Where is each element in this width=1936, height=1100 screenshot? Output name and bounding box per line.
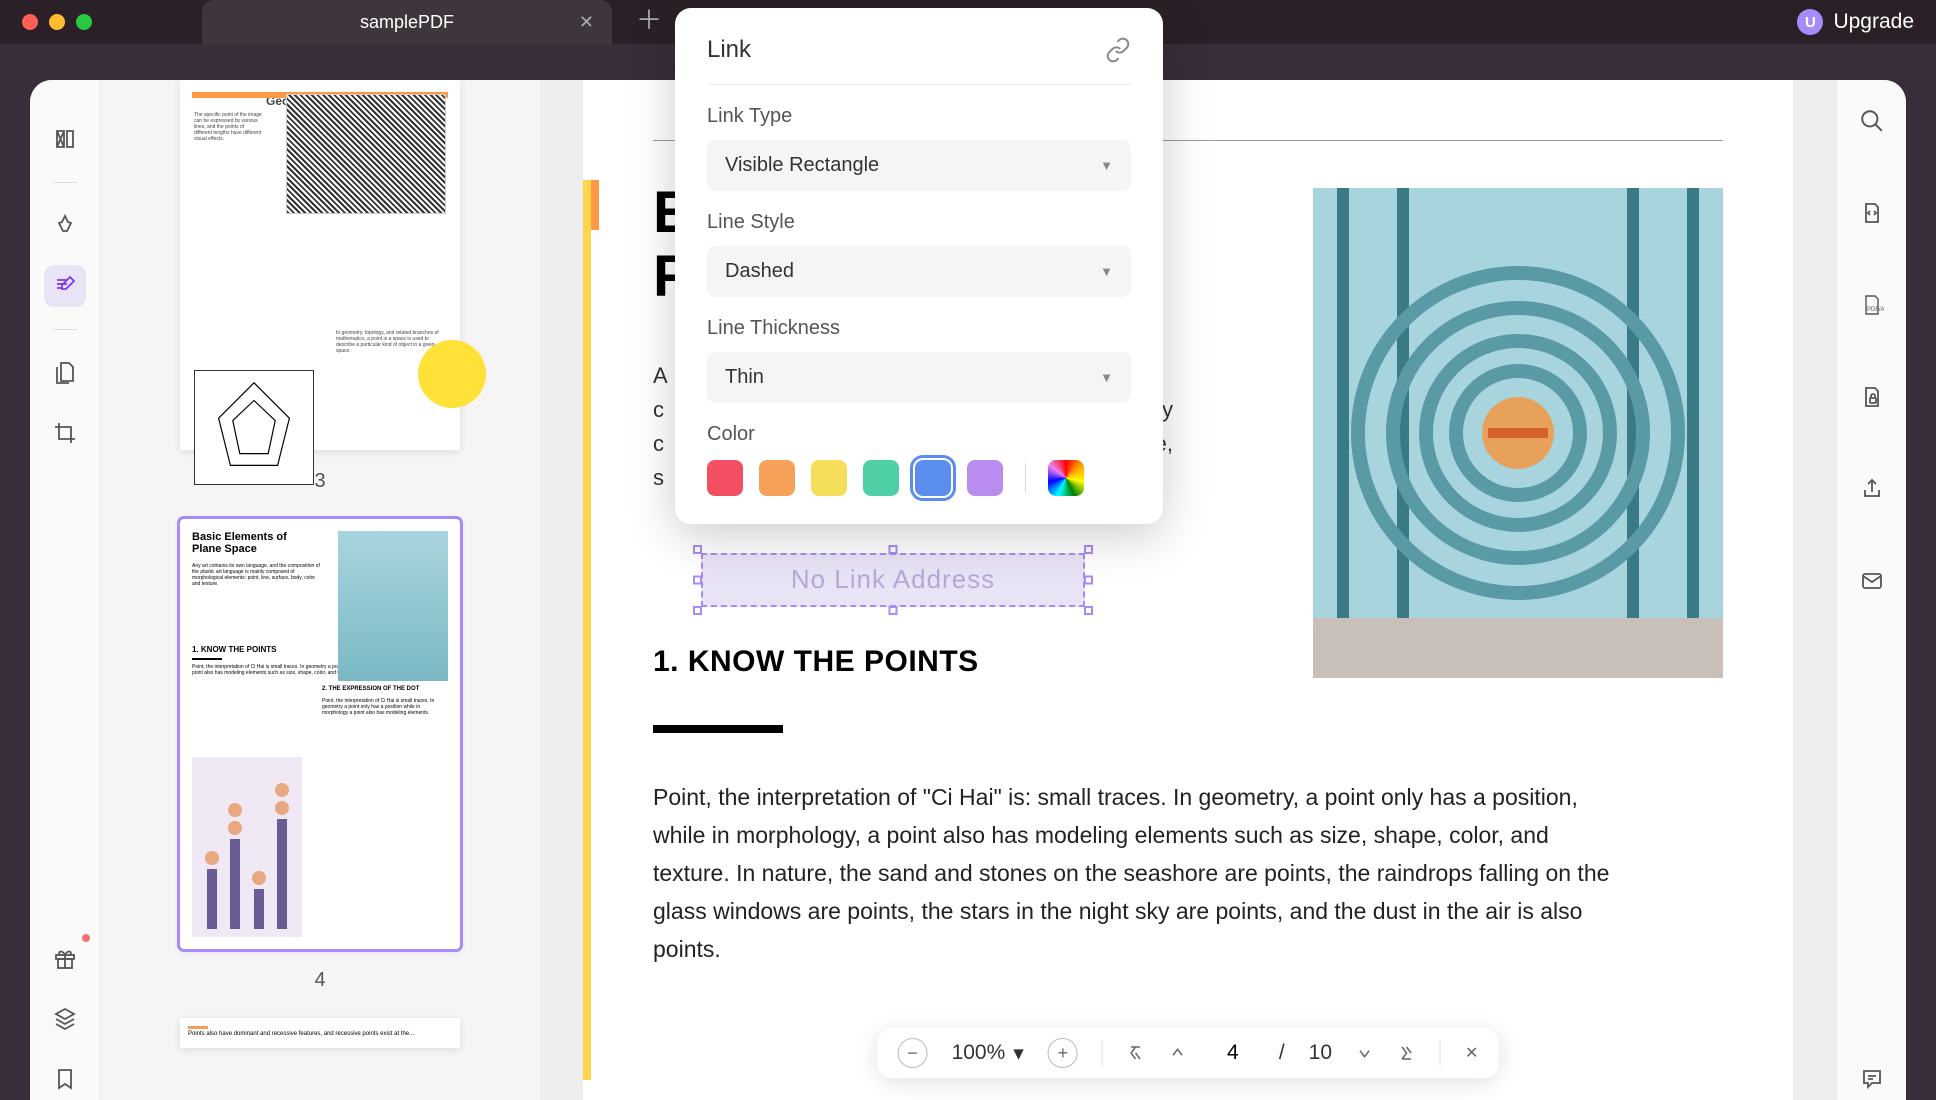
crop-tool[interactable] [44,412,86,454]
pdfa-button[interactable]: PDF/A [1851,284,1893,326]
link-annotation-box[interactable]: No Link Address [701,553,1085,607]
email-button[interactable] [1851,560,1893,602]
color-blue[interactable] [915,460,951,496]
link-annotation[interactable]: No Link Address [693,545,1093,615]
right-toolbar: PDF/A [1836,80,1906,1100]
gift-tool[interactable] [44,938,86,980]
add-tab-button[interactable]: ＋ [636,0,662,45]
line-thickness-select[interactable]: Thin ▼ [707,352,1131,403]
highlight-tool[interactable] [44,205,86,247]
accent-bar-2 [591,180,599,230]
rule [653,725,783,733]
next-page-button[interactable] [1356,1044,1374,1062]
link-type-select[interactable]: Visible Rectangle ▼ [707,140,1131,191]
first-page-button[interactable] [1127,1044,1145,1062]
chevron-down-icon: ▼ [1100,370,1113,385]
color-custom[interactable] [1048,460,1084,496]
link-icon [1105,37,1131,63]
thumbnail-label-3: 3 [314,470,325,493]
resize-handle-ml[interactable] [693,575,702,584]
resize-handle-bl[interactable] [693,606,702,615]
thumbnail-page-3[interactable]: Geometric Philosophy The specific point … [180,80,460,450]
current-page-input[interactable] [1211,1041,1255,1065]
color-orange[interactable] [759,460,795,496]
divider [53,329,77,330]
resize-handle-tm[interactable] [889,545,898,554]
color-green[interactable] [863,460,899,496]
resize-handle-bm[interactable] [889,606,898,615]
thumbnail-panel: Geometric Philosophy The specific point … [100,80,540,1100]
divider [1102,1040,1103,1066]
color-red[interactable] [707,460,743,496]
thumbnails-tool[interactable] [44,118,86,160]
color-label: Color [707,423,1131,446]
layers-tool[interactable] [44,998,86,1040]
color-yellow[interactable] [811,460,847,496]
close-bar-button[interactable]: ✕ [1465,1043,1478,1063]
tab-title: samplePDF [360,12,454,33]
search-button[interactable] [1851,100,1893,142]
zoom-in-button[interactable]: + [1048,1038,1078,1068]
line-thickness-label: Line Thickness [707,317,1131,340]
divider [1025,463,1026,493]
page-image [1313,188,1723,678]
zoom-out-button[interactable]: − [898,1038,928,1068]
convert-button[interactable] [1851,192,1893,234]
divider [1440,1040,1441,1066]
page-control-bar: − 100% ▾ + / 10 ✕ [878,1028,1499,1078]
color-row [707,460,1131,496]
line-style-select[interactable]: Dashed ▼ [707,246,1131,297]
close-window-button[interactable] [22,14,38,30]
thumbnail-page-5[interactable]: Points also have dominant and recessive … [180,1018,460,1048]
line-style-label: Line Style [707,211,1131,234]
total-pages: 10 [1309,1041,1332,1065]
comment-button[interactable] [1851,1058,1893,1100]
window-controls [22,14,92,30]
tab-bar: samplePDF ✕ ＋ [202,0,662,45]
page-separator: / [1279,1041,1285,1065]
left-toolbar [30,80,100,1100]
resize-handle-tr[interactable] [1084,545,1093,554]
chevron-down-icon: ▼ [1100,264,1113,279]
accent-bar [583,180,591,1080]
divider [53,182,77,183]
resize-handle-tl[interactable] [693,545,702,554]
thumbnail-page-4[interactable]: Basic Elements of Plane Space Any art co… [180,519,460,949]
bookmark-tool[interactable] [44,1058,86,1100]
upgrade-button[interactable]: U Upgrade [1797,9,1914,35]
page-body: Point, the interpretation of "Ci Hai" is… [653,779,1623,969]
resize-handle-mr[interactable] [1084,575,1093,584]
thumbnail-label-4: 4 [314,969,325,992]
resize-handle-br[interactable] [1084,606,1093,615]
edit-tool[interactable] [44,265,86,307]
link-type-label: Link Type [707,105,1131,128]
color-purple[interactable] [967,460,1003,496]
svg-text:PDF/A: PDF/A [1867,307,1884,313]
tab-samplepdf[interactable]: samplePDF ✕ [202,0,612,45]
close-tab-button[interactable]: ✕ [579,12,594,33]
share-button[interactable] [1851,468,1893,510]
prev-page-button[interactable] [1169,1044,1187,1062]
chevron-down-icon: ▼ [1100,158,1113,173]
last-page-button[interactable] [1398,1044,1416,1062]
popover-title: Link [707,36,751,64]
avatar: U [1797,9,1823,35]
protect-button[interactable] [1851,376,1893,418]
zoom-level[interactable]: 100% ▾ [952,1041,1024,1066]
link-popover: Link Link Type Visible Rectangle ▼ Line … [675,8,1163,524]
zoom-caret-icon: ▾ [1013,1041,1024,1066]
upgrade-label: Upgrade [1833,10,1914,34]
maximize-window-button[interactable] [76,14,92,30]
minimize-window-button[interactable] [49,14,65,30]
pages-tool[interactable] [44,352,86,394]
